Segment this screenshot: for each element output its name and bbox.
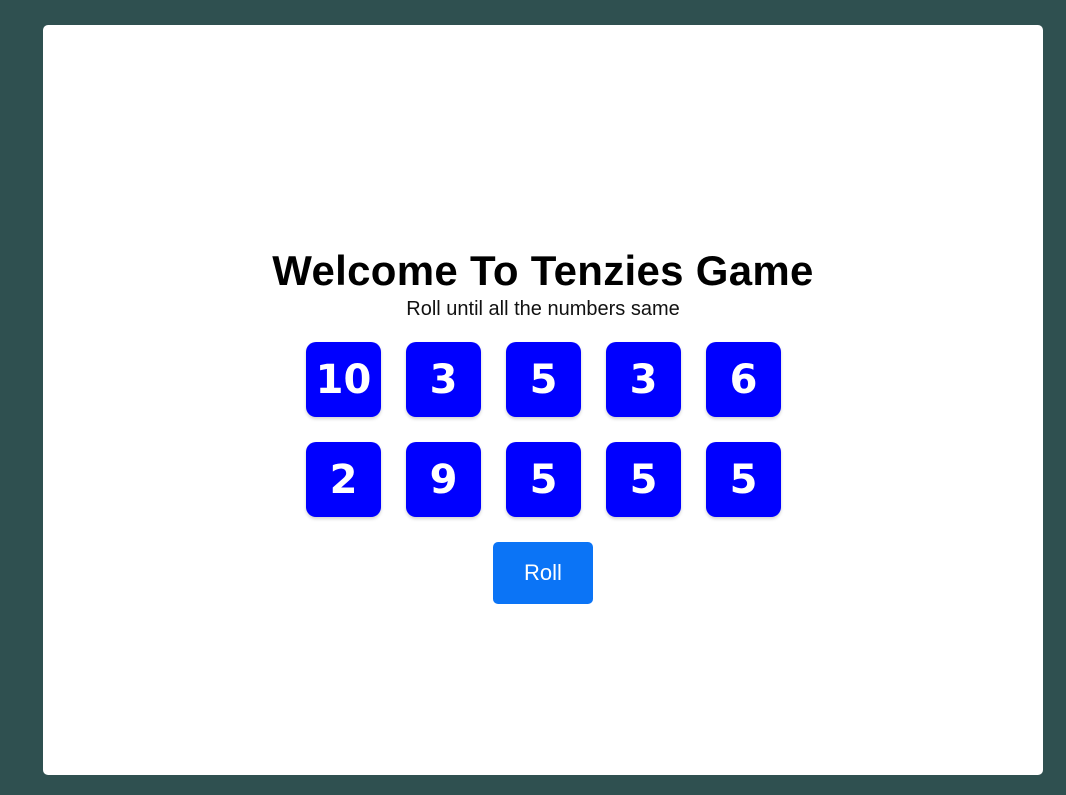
die[interactable]: 3 — [606, 342, 681, 417]
die-value: 3 — [629, 356, 658, 403]
die[interactable]: 6 — [706, 342, 781, 417]
instructions-text: Roll until all the numbers same — [406, 298, 680, 320]
roll-button[interactable]: Roll — [493, 542, 593, 604]
die[interactable]: 3 — [406, 342, 481, 417]
die-value: 10 — [315, 356, 372, 403]
die[interactable]: 5 — [706, 442, 781, 517]
dice-grid: 10 3 5 3 6 2 9 5 5 5 — [306, 342, 781, 517]
die[interactable]: 2 — [306, 442, 381, 517]
game-card: Welcome To Tenzies Game Roll until all t… — [43, 25, 1043, 775]
die-value: 5 — [529, 456, 558, 503]
die-value: 5 — [529, 356, 558, 403]
die-value: 3 — [429, 356, 458, 403]
die[interactable]: 10 — [306, 342, 381, 417]
die[interactable]: 5 — [606, 442, 681, 517]
die[interactable]: 5 — [506, 342, 581, 417]
die-value: 9 — [429, 456, 458, 503]
die-value: 5 — [729, 456, 758, 503]
page-title: Welcome To Tenzies Game — [272, 247, 814, 294]
die-value: 5 — [629, 456, 658, 503]
die-value: 6 — [729, 356, 758, 403]
die[interactable]: 5 — [506, 442, 581, 517]
die[interactable]: 9 — [406, 442, 481, 517]
die-value: 2 — [329, 456, 358, 503]
